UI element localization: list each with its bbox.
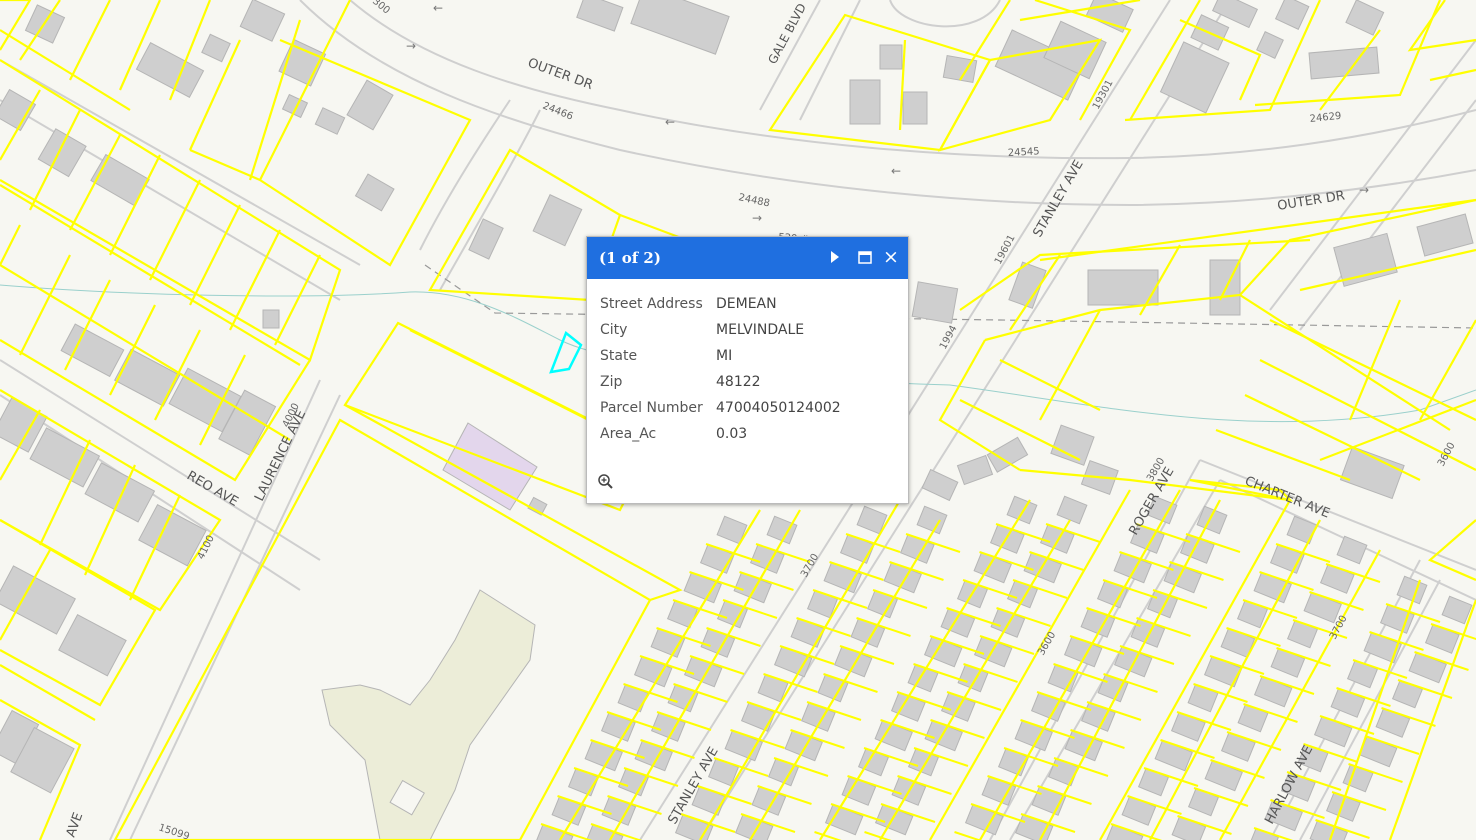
attribute-value: MELVINDALE [716,322,805,338]
attribute-value: 47004050124002 [716,400,841,416]
attribute-row: State MI [600,343,895,369]
attribute-key: Zip [600,374,623,390]
svg-text:→: → [1359,183,1369,197]
attribute-row: Area_Ac 0.03 [600,421,895,447]
attribute-key: Area_Ac [600,426,657,442]
popup-attributes: Street Address DEMEAN City MELVINDALE St… [587,279,908,447]
feature-popup: (1 of 2) × Street Address DEMEAN City ME… [586,236,909,504]
svg-text:→: → [406,39,416,53]
attribute-row: City MELVINDALE [600,317,895,343]
svg-text:→: → [752,211,762,225]
popup-header: (1 of 2) × [587,237,908,279]
svg-text:←: ← [891,164,901,178]
attribute-row: Parcel Number 47004050124002 [600,395,895,421]
attribute-key: City [600,322,628,338]
attribute-key: Parcel Number [600,400,703,416]
close-icon[interactable]: × [881,247,901,267]
maximize-icon[interactable] [855,247,875,267]
attribute-key: Street Address [600,296,703,312]
attribute-row: Street Address DEMEAN [600,291,895,317]
zoom-to-icon[interactable] [597,473,615,491]
attribute-value: MI [716,348,733,364]
attribute-row: Zip 48122 [600,369,895,395]
address-24545: 24545 [1008,146,1040,159]
attribute-key: State [600,348,638,364]
attribute-value: DEMEAN [716,296,777,312]
popup-title: (1 of 2) [599,249,661,267]
attribute-value: 48122 [716,374,761,390]
svg-text:←: ← [665,115,675,129]
svg-text:←: ← [433,1,443,15]
next-arrow-icon[interactable] [825,247,845,267]
attribute-value: 0.03 [716,426,748,442]
